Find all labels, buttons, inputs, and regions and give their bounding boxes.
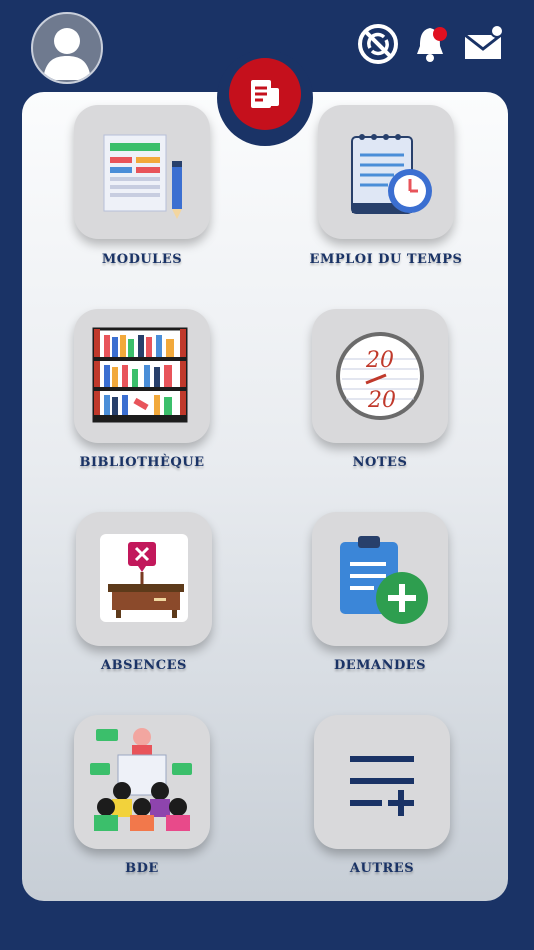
sync-off-button[interactable] <box>356 22 400 66</box>
notes-tile[interactable]: 20 20 <box>312 309 448 443</box>
user-avatar[interactable] <box>31 12 103 84</box>
others-tile[interactable] <box>314 715 450 849</box>
messages-button[interactable] <box>462 22 506 66</box>
schedule-label: EMPLOI DU TEMPS <box>309 252 463 267</box>
document-icon <box>251 80 279 108</box>
mail-icon <box>464 24 504 59</box>
modules-tile[interactable] <box>74 105 210 239</box>
bde-tile[interactable] <box>74 715 210 849</box>
modules-label: MODULES <box>101 252 183 267</box>
notifications-button[interactable] <box>410 22 454 66</box>
requests-label: DEMANDES <box>333 658 427 673</box>
modules-icon <box>103 134 182 219</box>
svg-text:20: 20 <box>365 348 394 373</box>
library-label: BIBLIOTHÈQUE <box>79 455 205 470</box>
add-list-icon <box>350 756 414 816</box>
notes-label: NOTES <box>352 455 408 470</box>
absences-tile[interactable] <box>76 512 212 646</box>
center-badge[interactable] <box>217 50 313 146</box>
sync-off-icon <box>358 24 398 64</box>
bookshelf-icon <box>92 327 188 423</box>
requests-tile[interactable] <box>312 512 448 646</box>
grade-icon: 20 20 <box>336 332 424 420</box>
notification-bell-icon <box>417 27 447 62</box>
library-tile[interactable] <box>74 309 210 443</box>
calendar-clock-icon <box>351 134 432 214</box>
clipboard-add-icon <box>340 536 428 624</box>
others-label: AUTRES <box>349 861 415 876</box>
absent-desk-icon <box>100 534 188 622</box>
student-group-icon <box>90 728 192 831</box>
absences-label: ABSENCES <box>101 658 187 673</box>
schedule-tile[interactable] <box>318 105 454 239</box>
bde-label: BDE <box>125 861 159 876</box>
svg-text:20: 20 <box>367 388 396 413</box>
user-avatar-icon <box>43 28 91 80</box>
